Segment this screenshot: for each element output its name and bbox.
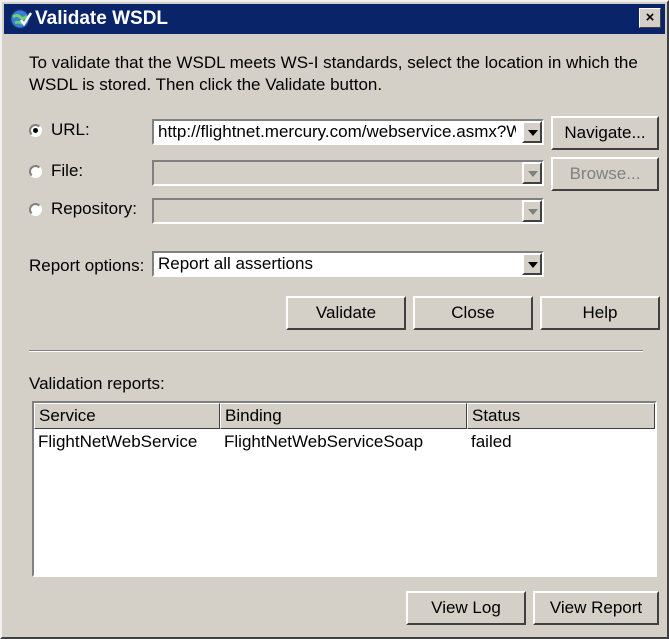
help-button[interactable]: Help: [540, 296, 660, 330]
column-header-service[interactable]: Service: [34, 403, 220, 429]
view-log-button[interactable]: View Log: [406, 591, 526, 625]
report-options-combobox[interactable]: Report all assertions: [152, 251, 544, 277]
report-options-label: Report options:: [29, 256, 145, 275]
chevron-down-icon[interactable]: [522, 253, 542, 275]
repository-radio[interactable]: [29, 203, 42, 216]
url-label: URL:: [51, 120, 90, 139]
url-combobox[interactable]: http://flightnet.mercury.com/webservice.…: [152, 119, 544, 145]
chevron-down-icon: [522, 162, 542, 184]
file-combobox: [152, 160, 544, 186]
validation-reports-label: Validation reports:: [29, 374, 165, 393]
cell-service: FlightNetWebService: [38, 432, 198, 451]
column-header-binding[interactable]: Binding: [220, 403, 467, 429]
chevron-down-icon: [522, 200, 542, 222]
report-options-value: Report all assertions: [158, 254, 313, 273]
cell-status: failed: [471, 432, 512, 451]
cell-binding: FlightNetWebServiceSoap: [224, 432, 424, 451]
divider: [29, 350, 643, 352]
globe-check-icon: [10, 9, 32, 29]
window-title: Validate WSDL: [35, 8, 169, 29]
file-label: File:: [51, 161, 84, 180]
repository-label: Repository:: [51, 199, 137, 218]
validate-button[interactable]: Validate: [286, 296, 406, 330]
title-bar: Validate WSDL ×: [4, 4, 665, 34]
file-radio[interactable]: [29, 165, 42, 178]
url-radio[interactable]: [29, 124, 42, 137]
close-icon[interactable]: ×: [639, 8, 661, 28]
url-value: http://flightnet.mercury.com/webservice.…: [158, 122, 516, 141]
validation-reports-list[interactable]: Service Binding Status FlightNetWebServi…: [32, 401, 657, 577]
close-button[interactable]: Close: [413, 296, 533, 330]
chevron-down-icon[interactable]: [522, 121, 542, 143]
navigate-button[interactable]: Navigate...: [551, 116, 659, 150]
column-header-status[interactable]: Status: [467, 403, 655, 429]
repository-combobox: [152, 198, 544, 224]
browse-button: Browse...: [551, 157, 659, 191]
validate-wsdl-dialog: Validate WSDL × To validate that the WSD…: [0, 0, 669, 639]
intro-text: To validate that the WSDL meets WS-I sta…: [29, 53, 638, 94]
view-report-button[interactable]: View Report: [533, 591, 659, 625]
